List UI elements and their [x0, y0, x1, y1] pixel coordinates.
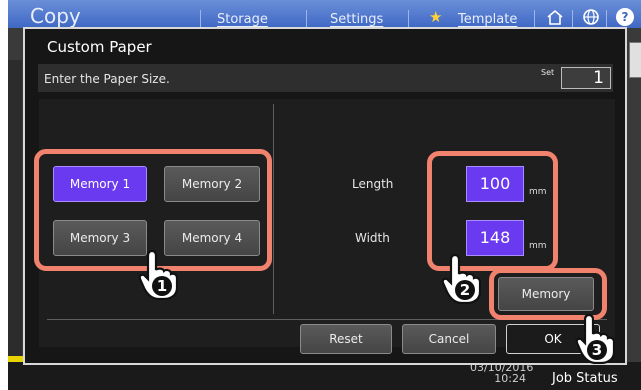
star-icon: ★: [429, 8, 443, 26]
set-label: Set: [541, 68, 555, 77]
vertical-divider: [273, 104, 274, 314]
pointing-hand-icon: 2: [441, 253, 481, 304]
tab-settings[interactable]: Settings: [330, 12, 383, 28]
instruction-bar: Enter the Paper Size. Set 1: [38, 64, 613, 92]
top-divider: [200, 10, 201, 28]
side-scroll-handle: [629, 42, 641, 78]
top-divider: [306, 10, 307, 28]
top-bar: Copy Storage Settings ★ Template ?: [8, 0, 641, 28]
pointing-hand-icon: 1: [138, 249, 178, 300]
help-icon[interactable]: ?: [616, 8, 634, 26]
side-strip: [8, 60, 22, 360]
bottom-bar: [8, 362, 641, 390]
dialog-title: Custom Paper: [47, 38, 152, 56]
datetime: 03/10/2016 10:24: [470, 362, 533, 385]
set-count-field[interactable]: 1: [561, 67, 611, 89]
top-divider: [534, 10, 535, 28]
width-label: Width: [355, 231, 390, 245]
top-divider: [606, 10, 607, 28]
tab-template[interactable]: Template: [458, 12, 517, 28]
cancel-button[interactable]: Cancel: [402, 324, 496, 354]
pointing-hand-icon: 3: [575, 313, 615, 364]
top-divider: [572, 10, 573, 28]
callout-number: 2: [460, 281, 470, 299]
tab-storage[interactable]: Storage: [217, 12, 268, 28]
length-label: Length: [352, 177, 394, 191]
time-text: 10:24: [494, 372, 526, 385]
callout-number: 1: [157, 277, 167, 295]
top-divider: [408, 10, 409, 28]
app-title: Copy: [30, 4, 81, 28]
reset-button[interactable]: Reset: [300, 324, 392, 354]
job-status-button[interactable]: Job Status: [552, 371, 618, 386]
callout-number: 3: [592, 341, 602, 359]
instruction-text: Enter the Paper Size.: [44, 72, 170, 86]
